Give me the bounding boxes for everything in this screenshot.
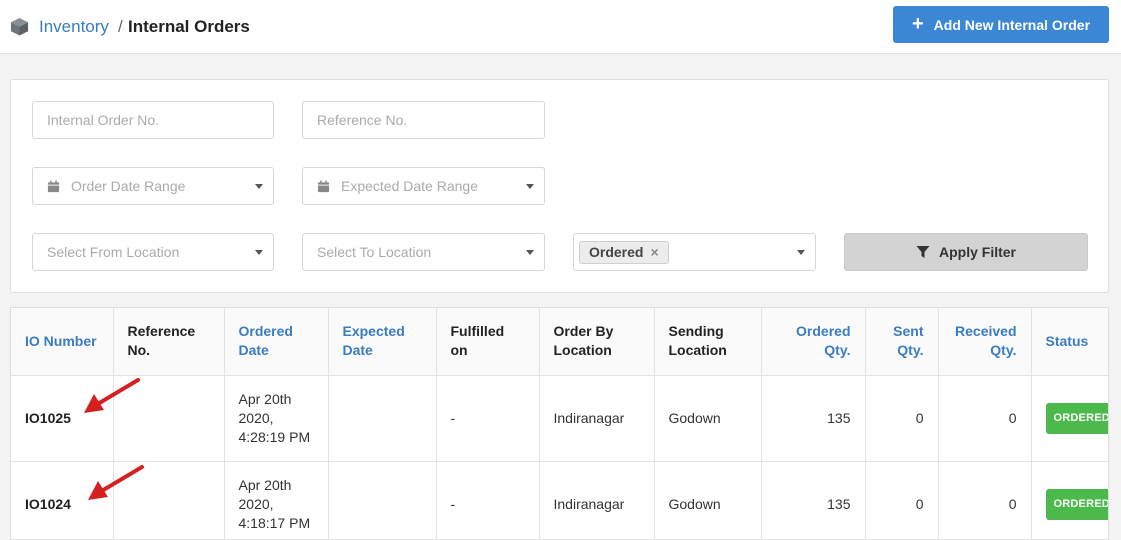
ordered-date-cell: Apr 20th 2020, 4:18:17 PM <box>224 461 329 539</box>
to-location-placeholder: Select To Location <box>317 244 432 260</box>
column-header-order-by-location: Order By Location <box>539 308 655 376</box>
box-icon <box>10 17 29 36</box>
apply-filter-button[interactable]: Apply Filter <box>844 233 1088 271</box>
sent-qty-cell: 0 <box>865 375 939 462</box>
breadcrumb-separator: / <box>118 17 123 36</box>
column-header-ordered-qty[interactable]: Ordered Qty. <box>761 308 866 376</box>
add-internal-order-label: Add New Internal Order <box>933 16 1091 33</box>
order-by-location-cell: Indiranagar <box>539 461 655 539</box>
sending-location-cell: Godown <box>654 375 762 462</box>
status-chip-label: Ordered <box>589 244 644 260</box>
reference-cell <box>113 375 225 462</box>
ordered-qty-cell: 135 <box>761 461 866 539</box>
expected-date-cell <box>328 375 437 462</box>
status-chip-ordered: Ordered × <box>579 240 669 264</box>
column-header-fulfilled-on: Fulfilled on <box>436 308 540 376</box>
chevron-down-icon <box>526 250 534 255</box>
chevron-down-icon <box>526 184 534 189</box>
reference-number-input[interactable] <box>302 101 545 139</box>
expected-date-cell <box>328 461 437 539</box>
order-by-location-cell: Indiranagar <box>539 375 655 462</box>
column-header-ordered-date[interactable]: Ordered Date <box>224 308 329 376</box>
table-header-row: IO Number Reference No. Ordered Date Exp… <box>11 308 1108 376</box>
calendar-icon <box>317 179 330 192</box>
fulfilled-on-cell: - <box>436 461 540 539</box>
status-badge: ORDERED <box>1045 488 1108 520</box>
column-header-reference: Reference No. <box>113 308 225 376</box>
chevron-down-icon <box>255 250 263 255</box>
column-header-sending-location: Sending Location <box>654 308 762 376</box>
expected-date-range-placeholder: Expected Date Range <box>341 178 478 194</box>
filter-icon <box>916 246 930 258</box>
from-location-select[interactable]: Select From Location <box>32 233 274 271</box>
plus-icon: + <box>911 12 924 35</box>
to-location-select[interactable]: Select To Location <box>302 233 545 271</box>
io-number-input[interactable] <box>32 101 274 139</box>
column-header-expected-date[interactable]: Expected Date <box>328 308 437 376</box>
orders-table: IO Number Reference No. Ordered Date Exp… <box>10 307 1109 540</box>
fulfilled-on-cell: - <box>436 375 540 462</box>
filter-panel: Order Date Range Expected Date Range Sel… <box>10 79 1109 293</box>
column-header-sent-qty[interactable]: Sent Qty. <box>865 308 939 376</box>
ordered-qty-cell: 135 <box>761 375 866 462</box>
status-cell: ORDERED <box>1031 375 1108 462</box>
breadcrumb-inventory-link[interactable]: Inventory <box>39 17 109 37</box>
expected-date-range-select[interactable]: Expected Date Range <box>302 167 545 205</box>
column-header-status[interactable]: Status <box>1031 308 1108 376</box>
add-internal-order-button[interactable]: + Add New Internal Order <box>893 6 1109 43</box>
chevron-down-icon <box>255 184 263 189</box>
io-number-cell[interactable]: IO1024 <box>11 461 114 539</box>
apply-filter-label: Apply Filter <box>938 244 1016 260</box>
page-header: Inventory / Internal Orders + Add New In… <box>0 0 1121 54</box>
status-badge: ORDERED <box>1045 402 1108 434</box>
ordered-date-cell: Apr 20th 2020, 4:28:19 PM <box>224 375 329 462</box>
column-header-io-number[interactable]: IO Number <box>11 308 114 376</box>
io-number-cell[interactable]: IO1025 <box>11 375 114 462</box>
column-header-received-qty[interactable]: Received Qty. <box>938 308 1032 376</box>
received-qty-cell: 0 <box>938 461 1032 539</box>
sending-location-cell: Godown <box>654 461 762 539</box>
reference-cell <box>113 461 225 539</box>
order-date-range-select[interactable]: Order Date Range <box>32 167 274 205</box>
table-row[interactable]: IO1024 Apr 20th 2020, 4:18:17 PM - Indir… <box>11 461 1108 539</box>
chevron-down-icon <box>797 250 805 255</box>
received-qty-cell: 0 <box>938 375 1032 462</box>
status-multiselect[interactable]: Ordered × <box>573 233 816 271</box>
calendar-icon <box>47 179 60 192</box>
table-row[interactable]: IO1025 Apr 20th 2020, 4:28:19 PM - Indir… <box>11 375 1108 462</box>
from-location-placeholder: Select From Location <box>47 244 180 260</box>
chip-remove-icon[interactable]: × <box>650 244 658 260</box>
status-cell: ORDERED <box>1031 461 1108 539</box>
sent-qty-cell: 0 <box>865 461 939 539</box>
order-date-range-placeholder: Order Date Range <box>71 178 186 194</box>
page-title: Internal Orders <box>128 17 250 36</box>
